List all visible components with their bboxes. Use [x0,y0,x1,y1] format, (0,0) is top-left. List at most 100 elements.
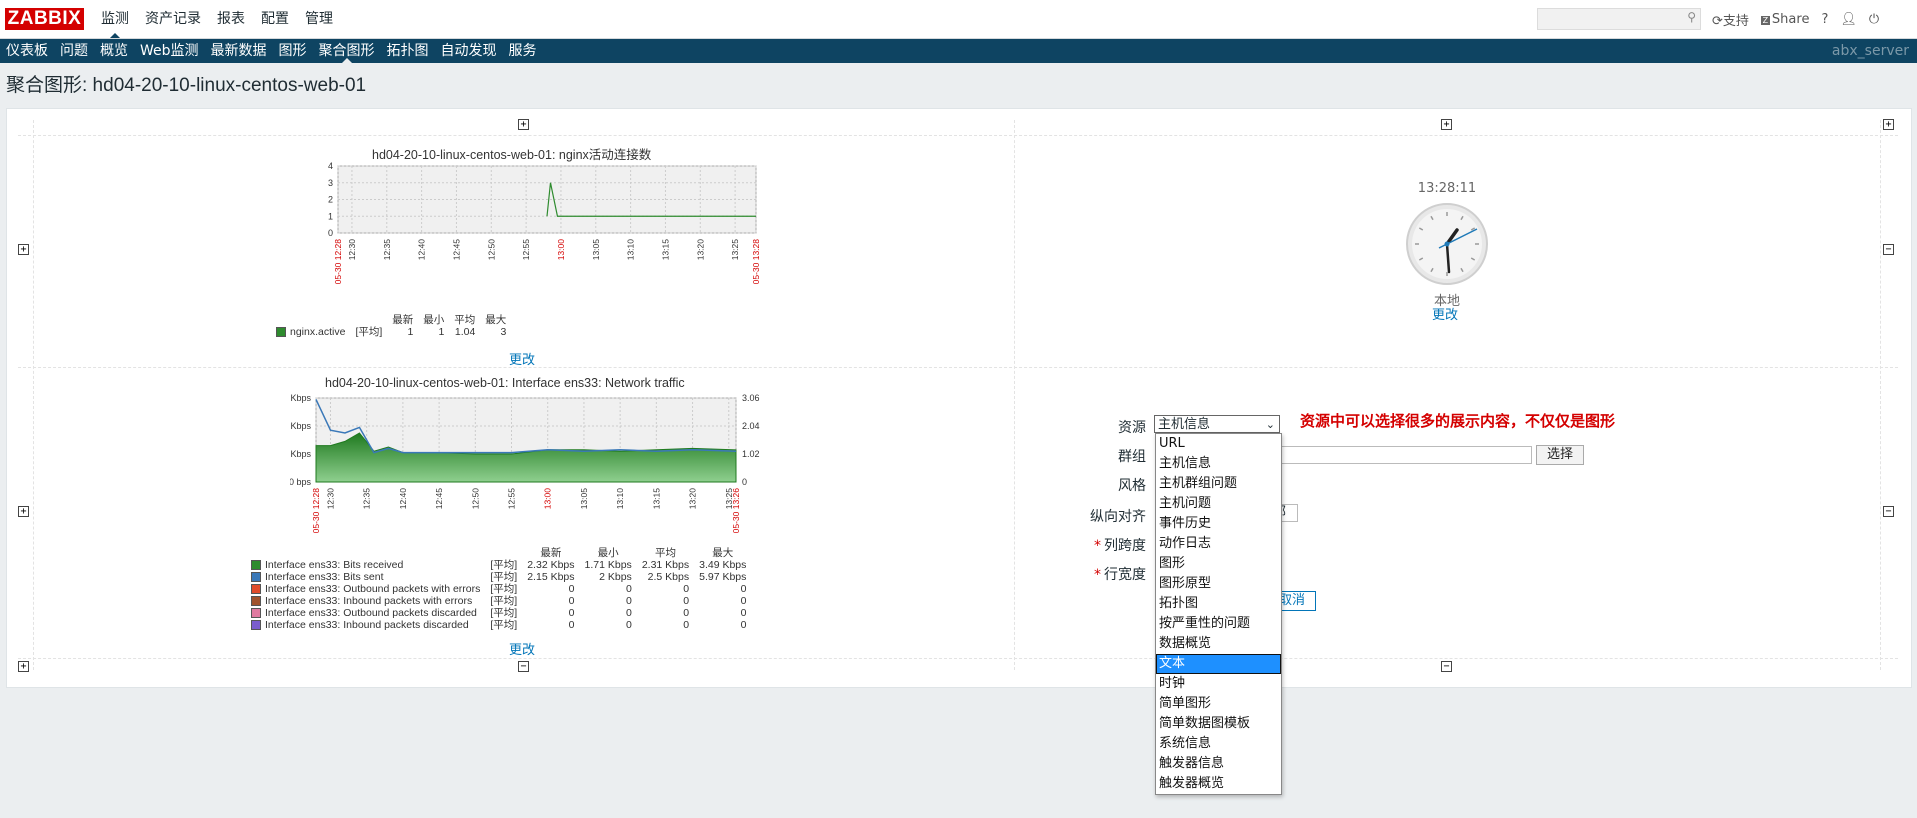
legend-row: nginx.active [平均] 1 1 1.04 3 [271,326,511,338]
add-row-icon[interactable]: + [18,244,29,255]
graph1-chart[interactable]: 0 1 2 3 4 05-30 12:28 12:30 12:35 12:40 12:45 12:5… [320,156,770,316]
legend-header: 最大 [485,314,507,326]
graph2-y-tick-label: 2 Kbps [290,449,311,459]
graph2-x-tick-label: 12:35 [362,488,372,510]
dropdown-option[interactable]: 系统信息 [1156,734,1281,754]
graph2-x-tick-label: 12:40 [398,488,408,510]
graph1-x-tick-label: 05-30 13:28 [751,239,761,285]
dropdown-option[interactable]: 时钟 [1156,674,1281,694]
sub-nav: 仪表板 问题 概览 Web监测 最新数据 图形 聚合图形 拓扑图 自动发现 服务 [0,39,543,63]
clock-face-icon [1406,203,1488,285]
add-column-icon[interactable]: + [518,119,529,130]
subnav-overview[interactable]: 概览 [94,39,134,63]
nav-inventory[interactable]: 资产记录 [137,0,209,38]
dropdown-option[interactable]: 主机群组问题 [1156,474,1281,494]
graph2-y-tick-label: 0 bps [290,477,311,487]
dropdown-option[interactable]: 拓扑图 [1156,594,1281,614]
dropdown-option[interactable]: 简单图形 [1156,694,1281,714]
valign-label: 纵向对齐 [1090,509,1146,525]
graph1-legend: 最新 最小 平均 最大 nginx.active [平均] 1 1 1.04 3 [271,314,511,338]
legend-swatch [251,620,261,631]
subnav-web[interactable]: Web监测 [134,39,205,63]
dropdown-option[interactable]: 图形 [1156,554,1281,574]
legend-swatch [251,560,261,571]
subnav-maps[interactable]: 拓扑图 [381,39,435,63]
chevron-down-icon: ⌄ [1265,418,1275,431]
dropdown-option[interactable]: 主机问题 [1156,494,1281,514]
grid-line [18,367,1898,368]
graph1-y-tick-label: 0 [328,228,333,238]
grid-line [18,658,1898,659]
add-row-icon[interactable]: + [18,661,29,672]
dropdown-option[interactable]: 事件历史 [1156,514,1281,534]
dropdown-option-selected[interactable]: 文本 [1156,654,1281,674]
remove-row-icon[interactable]: − [1883,506,1894,517]
group-select-button[interactable]: 选择 [1536,445,1584,465]
graph2-y2-tick-label: 0 [742,477,747,487]
graph2-edit-link[interactable]: 更改 [509,639,535,658]
subnav-screens[interactable]: 聚合图形 [313,39,381,63]
graph2-x-tick-label: 13:20 [688,488,698,510]
dropdown-option[interactable]: 触发器信息 [1156,754,1281,774]
dropdown-option[interactable]: 按严重性的问题 [1156,614,1281,634]
subnav-dashboard[interactable]: 仪表板 [0,39,54,63]
graph2-x-tick-label: 13:10 [615,488,625,510]
graph2-x-tick-label: 12:55 [507,488,517,510]
subnav-latest-data[interactable]: 最新数据 [205,39,273,63]
help-link[interactable]: ? [1821,12,1828,27]
search-icon[interactable]: ⚲ [1687,10,1696,24]
support-link[interactable]: ⟳支持 [1712,10,1749,29]
resource-dropdown-list[interactable]: URL 主机信息 主机群组问题 主机问题 事件历史 动作日志 图形 图形原型 拓… [1155,433,1282,795]
add-column-icon[interactable]: + [1883,119,1894,130]
legend-header: 最新 [392,314,414,326]
grid-line [18,135,1898,136]
subnav-discovery[interactable]: 自动发现 [435,39,503,63]
graph1-edit-link[interactable]: 更改 [509,349,535,368]
dropdown-option[interactable]: 主机信息 [1156,454,1281,474]
remove-column-icon[interactable]: − [518,661,529,672]
graph2-legend: 最新 最小 平均 最大 Interface ens33: Bits receiv… [246,547,751,631]
subnav-services[interactable]: 服务 [503,39,543,63]
dropdown-option[interactable]: URL [1156,434,1281,454]
add-column-icon[interactable]: + [1441,119,1452,130]
remove-column-icon[interactable]: − [1441,661,1452,672]
legend-header: 最小 [423,314,445,326]
nav-configuration[interactable]: 配置 [253,0,297,38]
graph2-chart[interactable]: 0 bps 0 2 Kbps 1.02 4 Kbps 2.04 6 Kbps 3.06 05-3… [290,388,790,548]
graph2-x-tick-label: 12:30 [325,488,335,510]
dropdown-option[interactable]: 简单数据图模板 [1156,714,1281,734]
annotation-note: 资源中可以选择很多的展示内容，不仅仅是图形 [1300,412,1616,430]
style-label: 风格 [1118,478,1146,494]
global-search-input[interactable]: ⚲ [1537,8,1701,30]
graph1-x-tick-label: 12:35 [382,239,392,261]
graph2-y2-tick-label: 1.02 [742,449,760,459]
share-link[interactable]: Z Share [1760,12,1809,27]
subnav-problems[interactable]: 问题 [54,39,94,63]
group-input[interactable] [1280,446,1532,464]
graph2-y-tick-label: 4 Kbps [290,421,311,431]
nav-administration[interactable]: 管理 [297,0,341,38]
remove-row-icon[interactable]: − [1883,244,1894,255]
legend-swatch [251,608,261,619]
legend-swatch [276,327,286,338]
legend-swatch [251,584,261,595]
graph1-x-tick-label: 05-30 12:28 [333,239,343,285]
power-icon[interactable]: ⏻ [1869,12,1879,27]
main-nav: 监测 资产记录 报表 配置 管理 [93,0,341,38]
add-row-icon[interactable]: + [18,506,29,517]
graph1-x-tick-label: 13:15 [660,239,670,261]
nav-monitoring[interactable]: 监测 [93,0,137,38]
resource-select[interactable]: 主机信息 ⌄ [1154,415,1280,433]
dropdown-option[interactable]: 触发器概览 [1156,774,1281,794]
dropdown-option[interactable]: 动作日志 [1156,534,1281,554]
zabbix-logo[interactable]: ZABBIX [5,8,84,30]
subnav-graphs[interactable]: 图形 [273,39,313,63]
dropdown-option[interactable]: 数据概览 [1156,634,1281,654]
grid-line [33,120,34,670]
clock-edit-link[interactable]: 更改 [1432,304,1458,323]
nav-reports[interactable]: 报表 [209,0,253,38]
dropdown-option[interactable]: 图形原型 [1156,574,1281,594]
user-icon[interactable]: 👤︎ [1840,12,1857,27]
graph2-x-tick-label: 12:45 [434,488,444,510]
graph2-x-tick-label: 13:05 [579,488,589,510]
